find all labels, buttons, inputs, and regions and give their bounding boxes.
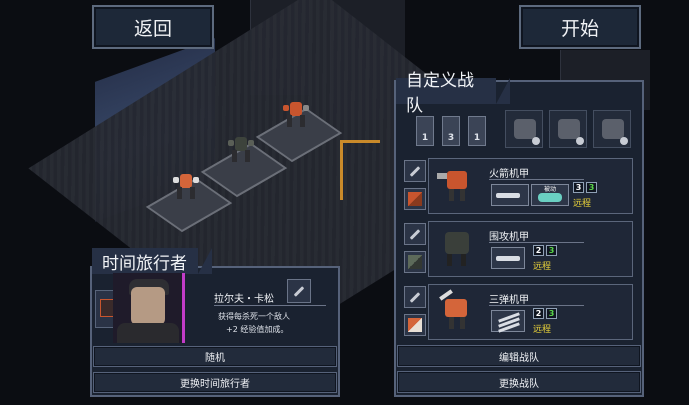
passive-label: 被动: [543, 186, 556, 193]
edit-mech-2-button[interactable]: [404, 223, 426, 245]
mech-1-weapon-slot[interactable]: [491, 184, 529, 206]
mech-2-class: 远程: [533, 262, 552, 272]
pilot-panel-title: 时间旅行者: [92, 248, 212, 274]
start-button[interactable]: 开始: [519, 5, 641, 49]
divider: [489, 242, 584, 243]
squad-icon-1[interactable]: 1: [416, 116, 434, 146]
divider: [489, 305, 584, 306]
mech-1-class: 远程: [573, 199, 592, 209]
hp-stat: 3: [586, 182, 597, 193]
preview-mech-2: [549, 110, 587, 148]
random-pilot-button[interactable]: 随机: [93, 346, 337, 367]
rename-pilot-button[interactable]: [287, 279, 311, 303]
lock-icon: [532, 137, 540, 145]
triple-shot-mech-portrait: [433, 289, 483, 335]
mech-3-name: 三弹机甲: [489, 295, 529, 306]
mech-3-class: 远程: [533, 325, 552, 335]
pencil-icon: [293, 285, 305, 297]
lock-icon: [576, 137, 584, 145]
mech-row-2[interactable]: 围攻机甲 23 远程: [428, 221, 633, 277]
mech-row-3[interactable]: 三弹机甲 23 远程: [428, 284, 633, 340]
pencil-icon: [409, 228, 421, 240]
mech-3-color-swatch[interactable]: [404, 314, 426, 336]
divider: [489, 179, 584, 180]
edit-mech-3-button[interactable]: [404, 286, 426, 308]
mech-2-name: 围攻机甲: [489, 232, 529, 243]
change-squad-button[interactable]: 更换战队: [397, 371, 641, 393]
squad-panel-title: 自定义战队: [396, 71, 510, 116]
mech-1-passive-slot[interactable]: 被动: [531, 184, 569, 206]
preview-mech-1: [505, 110, 543, 148]
back-button[interactable]: 返回: [92, 5, 214, 49]
rocket-mech-portrait: [433, 163, 483, 209]
move-stat: 3: [573, 182, 584, 193]
mech-2-color-swatch[interactable]: [404, 251, 426, 273]
mech-2-stats: 23: [533, 245, 559, 256]
squad-icon-3[interactable]: 1: [468, 116, 486, 146]
siege-mech-sprite[interactable]: [228, 133, 254, 163]
pilot-skill-desc-line2: +2 经验值加成。: [226, 325, 289, 334]
edit-squad-button[interactable]: 编辑战队: [397, 345, 641, 367]
move-stat: 2: [533, 308, 544, 319]
preview-mech-3: [593, 110, 631, 148]
mech-3-stats: 23: [533, 308, 559, 319]
mech-1-name: 火箭机甲: [489, 169, 529, 180]
pilot-portrait: [113, 273, 185, 343]
mech-3-weapon-slot[interactable]: [491, 310, 525, 333]
mech-2-weapon-slot[interactable]: [491, 247, 525, 269]
pilot-skill-desc-line1: 获得每杀死一个敌人: [218, 312, 290, 321]
change-pilot-button[interactable]: 更换时间旅行者: [93, 372, 337, 393]
pilot-name: 拉尔夫・卡松: [214, 294, 274, 305]
divider: [214, 305, 326, 306]
lock-icon: [620, 137, 628, 145]
move-stat: 2: [533, 245, 544, 256]
hp-stat: 3: [546, 308, 557, 319]
mech-1-stats: 33: [573, 182, 599, 193]
squad-icon-2[interactable]: 3: [442, 116, 460, 146]
triple-shot-mech-sprite[interactable]: [173, 170, 199, 200]
rocket-mech-sprite[interactable]: [283, 98, 309, 128]
hp-stat: 3: [546, 245, 557, 256]
pencil-icon: [409, 165, 421, 177]
crane-structure: [340, 140, 380, 200]
mech-1-color-swatch[interactable]: [404, 188, 426, 210]
mech-row-1[interactable]: 火箭机甲 被动 33 远程: [428, 158, 633, 214]
edit-mech-1-button[interactable]: [404, 160, 426, 182]
pencil-icon: [409, 291, 421, 303]
siege-mech-portrait: [433, 226, 483, 272]
